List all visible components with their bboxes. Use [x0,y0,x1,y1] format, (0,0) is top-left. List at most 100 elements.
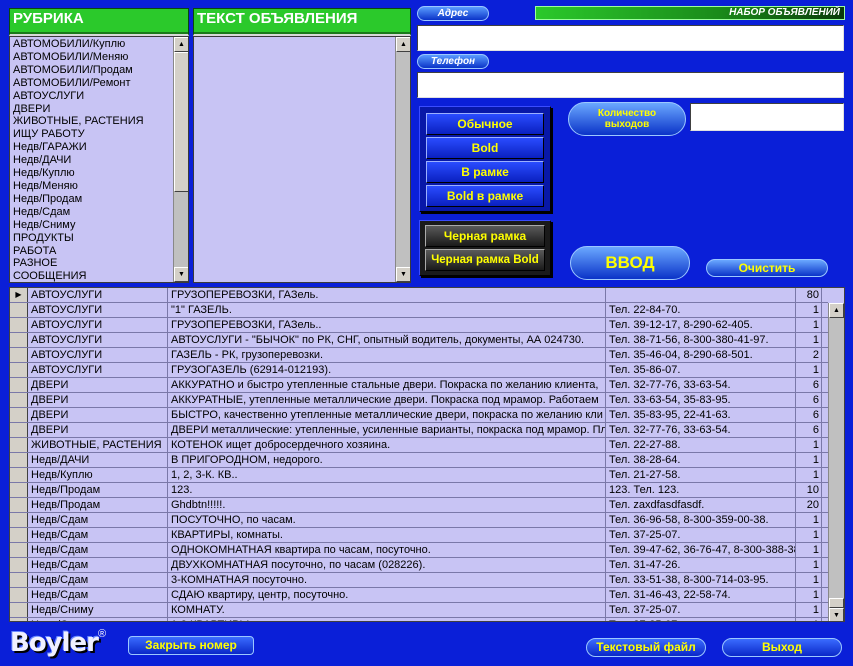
table-row[interactable]: ДВЕРИ ДВЕРИ металлические: утепленные, ус… [10,423,828,438]
category-item[interactable]: Недв/Сниму [10,219,173,232]
row-indicator[interactable] [10,393,28,407]
category-list[interactable]: АВТОМОБИЛИ/Куплю АВТОМОБИЛИ/Меняю АВТОМОБИ… [9,36,189,283]
category-item[interactable]: ИЩУ РАБОТУ [10,128,173,141]
table-row[interactable]: Недв/Сниму1-2 КВАРТИРЫ.Тел. 37-25-07.1 [10,618,828,621]
scroll-down-icon[interactable]: ▼ [396,267,410,282]
table-row[interactable]: АВТОУСЛУГИ ГАЗЕЛЬ - РК, грузоперевозки. Те… [10,348,828,363]
row-indicator[interactable] [10,498,28,512]
table-row[interactable]: Недв/Сдам КВАРТИРЫ, комнаты. Тел. 37-25-07… [10,528,828,543]
category-item[interactable]: Недв/ДАЧИ [10,154,173,167]
row-indicator[interactable] [10,408,28,422]
black-frame-bold-button[interactable]: Черная рамка Bold [425,249,545,271]
scroll-up-icon[interactable]: ▲ [396,37,410,52]
scroll-up-icon[interactable]: ▲ [174,37,188,52]
bold-framed-format-button[interactable]: Bold в рамке [426,185,544,207]
scroll-up-icon[interactable]: ▲ [829,303,844,318]
table-row[interactable]: ДВЕРИ БЫСТРО, качественно утепленные мета… [10,408,828,423]
table-row[interactable]: Недв/Сниму КОМНАТУ. Тел. 37-25-07. 1 [10,603,828,618]
table-row[interactable]: Недв/Сдам 3-КОМНАТНАЯ посуточно. Тел. 33-5… [10,573,828,588]
normal-format-button[interactable]: Обычное [426,113,544,135]
table-row[interactable]: Недв/Сдам СДАЮ квартиру, центр, посуточно… [10,588,828,603]
table-row[interactable]: АВТОУСЛУГИ АВТОУСЛУГИ - "БЫЧОК" по РК, СН… [10,333,828,348]
category-item[interactable]: Недв/Куплю [10,167,173,180]
row-indicator[interactable] [10,333,28,347]
row-indicator[interactable] [10,558,28,572]
category-item[interactable]: ЖИВОТНЫЕ, РАСТЕНИЯ [10,115,173,128]
row-indicator[interactable] [10,513,28,527]
close-issue-button[interactable]: Закрыть номер [128,636,254,655]
category-scrollbar[interactable]: ▲ ▼ [173,37,188,282]
table-row[interactable]: Недв/Продам 123. 123. Тел. 123. 10 [10,483,828,498]
table-scrollbar[interactable]: ▲ ▼ [828,303,844,621]
row-indicator[interactable] [10,303,28,317]
row-indicator[interactable] [10,423,28,437]
category-item[interactable]: РАБОТА [10,245,173,258]
table-row[interactable]: ДВЕРИ АККУРАТНЫЕ, утепленные металлически… [10,393,828,408]
category-item[interactable]: АВТОМОБИЛИ/Меняю [10,51,173,64]
category-item[interactable]: АВТОУСЛУГИ [10,90,173,103]
table-row[interactable]: АВТОУСЛУГИ ГРУЗОПЕРЕВОЗКИ, ГАЗель.. Тел. 3… [10,318,828,333]
table-row[interactable]: Недв/Сдам ПОСУТОЧНО, по часам. Тел. 36-96-… [10,513,828,528]
row-indicator[interactable] [10,573,28,587]
scroll-down-icon[interactable]: ▼ [174,267,188,282]
row-indicator[interactable] [10,453,28,467]
category-item[interactable]: ДВЕРИ [10,103,173,116]
category-item[interactable]: РАЗНОЕ [10,257,173,270]
row-indicator[interactable] [10,318,28,332]
count-input[interactable] [690,103,844,131]
category-item[interactable]: Недв/Сдам [10,206,173,219]
scroll-thumb[interactable] [829,598,844,608]
table-row[interactable]: АВТОУСЛУГИ ГРУЗОГАЗЕЛЬ (62914-012193). Тел… [10,363,828,378]
category-item[interactable]: АВТОМОБИЛИ/Ремонт [10,77,173,90]
ad-text-scrollbar[interactable]: ▲ ▼ [395,37,410,282]
framed-format-button[interactable]: В рамке [426,161,544,183]
clear-button[interactable]: Очистить [706,259,828,277]
row-indicator[interactable] [10,438,28,452]
ads-table[interactable]: ▶ АВТОУСЛУГИ ГРУЗОПЕРЕВОЗКИ, ГАЗель. 80 АВТО… [9,287,845,622]
row-pointer-icon[interactable]: ▶ [10,288,28,302]
row-indicator[interactable] [10,363,28,377]
scroll-thumb[interactable] [174,52,188,192]
ad-text-area[interactable]: ▲ ▼ [193,36,411,283]
row-indicator[interactable] [10,603,28,617]
bold-format-button[interactable]: Bold [426,137,544,159]
row-indicator[interactable] [10,543,28,557]
category-item[interactable]: Недв/Продам [10,193,173,206]
scroll-down-icon[interactable]: ▼ [829,608,844,621]
category-item[interactable]: Недв/Меняю [10,180,173,193]
table-row[interactable]: Недв/Сдам ОДНОКОМНАТНАЯ квартира по часам… [10,543,828,558]
phone-input[interactable] [417,72,844,98]
exit-button[interactable]: Выход [722,638,842,657]
table-row[interactable]: ЖИВОТНЫЕ, РАСТЕНИЯ КОТЕНОК ищет добросерд… [10,438,828,453]
phone-cell: Тел. 39-47-62, 36-76-47, 8-300-388-38- [606,543,796,557]
black-frame-button[interactable]: Черная рамка [425,225,545,247]
ad-text-cell: ГРУЗОПЕРЕВОЗКИ, ГАЗель.. [168,318,606,332]
row-indicator[interactable] [10,378,28,392]
table-row[interactable]: Недв/ДАЧИ В ПРИГОРОДНОМ, недорого. Тел. 38… [10,453,828,468]
address-input[interactable] [417,25,844,51]
category-item[interactable]: АВТОМОБИЛИ/Куплю [10,38,173,51]
category-item[interactable]: АВТОМОБИЛИ/Продам [10,64,173,77]
table-row[interactable]: Недв/Сдам ДВУХКОМНАТНАЯ посуточно, по час… [10,558,828,573]
category-item[interactable]: ПРОДУКТЫ [10,232,173,245]
phone-label: Телефон [417,54,489,69]
row-indicator[interactable] [10,588,28,602]
row-indicator[interactable] [10,468,28,482]
table-row[interactable]: ДВЕРИ АККУРАТНО и быстро утепленные сталь… [10,378,828,393]
count-cell: 20 [796,498,822,512]
table-row[interactable]: Недв/Куплю 1, 2, 3-К. КВ.. Тел. 21-27-58. 1 [10,468,828,483]
text-file-button[interactable]: Текстовый файл [586,638,706,657]
row-indicator[interactable] [10,483,28,497]
table-row[interactable]: АВТОУСЛУГИ "1" ГАЗЕЛЬ. Тел. 22-84-70. 1 [10,303,828,318]
count-cell: 1 [796,558,822,572]
category-item[interactable]: СООБЩЕНИЯ [10,270,173,282]
row-indicator[interactable] [10,528,28,542]
count-cell: 1 [796,573,822,587]
category-item[interactable]: Недв/ГАРАЖИ [10,141,173,154]
enter-button[interactable]: ВВОД [570,246,690,280]
ad-text-cell: АККУРАТНЫЕ, утепленные металлические две… [168,393,606,407]
table-row[interactable]: ▶ АВТОУСЛУГИ ГРУЗОПЕРЕВОЗКИ, ГАЗель. 80 [10,288,828,303]
row-indicator[interactable] [10,618,28,621]
table-row[interactable]: Недв/Продам Ghdbtn!!!!!. Тел. zaxdfasdfasd… [10,498,828,513]
row-indicator[interactable] [10,348,28,362]
